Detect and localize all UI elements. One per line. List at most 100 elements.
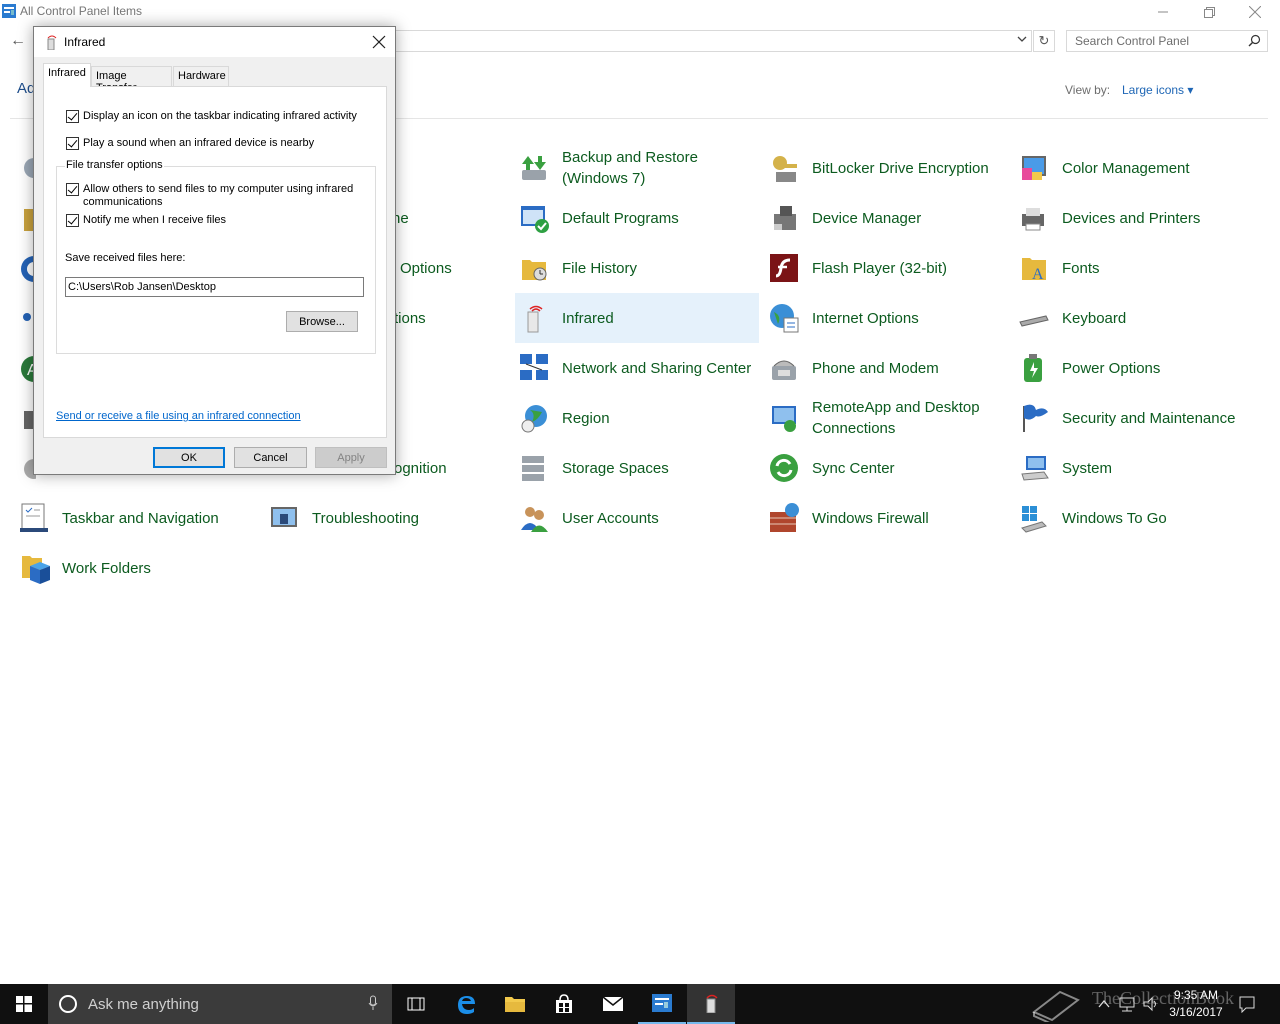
control-panel-item-sync-center[interactable]: Sync Center [765,443,1009,493]
store-taskbar-button[interactable] [540,984,588,1024]
restore-button[interactable] [1186,0,1232,24]
refresh-button[interactable]: ↻ [1033,30,1055,52]
clock-date[interactable]: 3/16/2017 [1168,1005,1224,1019]
cortana-search-text: Ask me anything [88,996,199,1013]
windows-to-go-icon [1021,506,1047,533]
control-panel-item-color-management[interactable]: Color Management [1015,143,1259,193]
desktop: All Control Panel Items ← ↻ Search Contr… [0,0,1280,1024]
control-panel-item-work-folders[interactable]: Work Folders [15,543,259,593]
dialog-titlebar: Infrared [34,27,395,57]
control-panel-item-system[interactable]: System [1015,443,1259,493]
play-sound-checkbox[interactable] [66,137,79,150]
item-label: Power Options [1062,359,1161,377]
play-sound-checkbox-label: Play a sound when an infrared device is … [83,137,315,149]
play-sound-checkbox-row[interactable]: Play a sound when an infrared device is … [66,137,314,150]
phone-modem-icon [772,360,796,380]
control-panel-item-taskbar-navigation[interactable]: Taskbar and Navigation [15,493,259,543]
mail-icon [602,996,624,1011]
tab-hardware[interactable]: Hardware [173,66,229,86]
control-panel-item-default-programs[interactable]: Default Programs [515,193,759,243]
apply-button[interactable]: Apply [315,447,387,468]
browse-button[interactable]: Browse... [286,311,358,332]
start-button[interactable] [0,984,48,1024]
control-panel-item-file-history[interactable]: File History [515,243,759,293]
chevron-up-icon[interactable] [1098,998,1110,1010]
close-icon [1249,6,1261,18]
item-label: Keyboard [1062,309,1127,327]
item-label: Security and Maintenance [1062,409,1236,427]
minimize-button[interactable] [1140,0,1186,24]
control-panel-item-security-maintenance[interactable]: Security and Maintenance [1015,393,1259,443]
tab-image-transfer[interactable]: Image Transfer [91,66,172,94]
control-panel-item-power-options[interactable]: Power Options [1015,343,1259,393]
backup-restore-icon [522,156,546,180]
control-panel-item-remoteapp[interactable]: RemoteApp and Desktop Connections [765,393,1009,443]
clock-time[interactable]: 9:35 AM [1168,988,1224,1002]
ok-button[interactable]: OK [153,447,225,468]
bitlocker-icon [773,156,797,182]
notify-checkbox[interactable] [66,214,79,227]
search-icon[interactable] [1248,34,1261,47]
tab-infrared[interactable]: Infrared [43,63,91,87]
control-panel-taskbar-button[interactable] [638,984,686,1024]
item-label: Taskbar and Navigation [62,509,219,527]
mail-taskbar-button[interactable] [589,984,637,1024]
control-panel-item-user-accounts[interactable]: User Accounts [515,493,759,543]
file-history-icon [522,260,547,281]
item-label: Troubleshooting [312,509,420,527]
control-panel-item-device-manager[interactable]: Device Manager [765,193,1009,243]
control-panel-item-windows-to-go[interactable]: Windows To Go [1015,493,1259,543]
taskbar-navigation-icon [20,503,48,532]
control-panel-item-windows-firewall[interactable]: Windows Firewall [765,493,1009,543]
control-panel-item-flash-player[interactable]: Flash Player (32-bit) [765,243,1009,293]
send-receive-link[interactable]: Send or receive a file using an infrared… [56,410,301,422]
task-view-button[interactable] [392,984,440,1024]
volume-icon[interactable] [1142,996,1160,1012]
file-explorer-taskbar-button[interactable] [491,984,539,1024]
control-panel-icon [652,994,672,1012]
item-label: Region [562,409,610,427]
network-icon[interactable] [1118,996,1136,1012]
back-arrow-icon[interactable]: ← [10,32,26,50]
control-panel-item-troubleshooting[interactable]: Troubleshooting [265,493,509,543]
taskbar-icon-checkbox-label: Display an icon on the taskbar indicatin… [83,110,357,122]
control-panel-item-network-sharing[interactable]: Network and Sharing Center [515,343,759,393]
close-button[interactable] [1232,0,1278,24]
taskbar-icon-checkbox[interactable] [66,110,79,123]
view-by-dropdown[interactable]: Large icons ▾ [1122,83,1193,97]
control-panel-item-backup-restore[interactable]: Backup and Restore (Windows 7) [515,143,759,193]
work-folders-icon [22,556,50,584]
control-panel-item-devices-printers[interactable]: Devices and Printers [1015,193,1259,243]
control-panel-item-keyboard[interactable]: Keyboard [1015,293,1259,343]
window-title: All Control Panel Items [20,4,143,18]
cancel-button[interactable]: Cancel [234,447,307,468]
control-panel-item-storage-spaces[interactable]: Storage Spaces [515,443,759,493]
control-panel-item-fonts[interactable]: A Fonts [1015,243,1259,293]
remoteapp-icon [772,406,796,432]
address-bar[interactable] [392,30,1032,52]
close-icon[interactable] [372,35,386,49]
chevron-down-icon[interactable] [1017,34,1027,44]
notify-checkbox-row[interactable]: Notify me when I receive files [66,214,226,227]
item-label: System [1062,459,1113,477]
control-panel-item-phone-modem[interactable]: Phone and Modem [765,343,1009,393]
search-input[interactable]: Search Control Panel [1066,30,1268,52]
microphone-icon[interactable] [368,995,378,1011]
control-panel-item-region[interactable]: Region [515,393,759,443]
control-panel-item-internet-options[interactable]: Internet Options [765,293,1009,343]
save-path-input[interactable]: C:\Users\Rob Jansen\Desktop [65,277,364,297]
item-label: Devices and Printers [1062,209,1201,227]
item-label: Infrared [562,309,614,327]
color-management-icon [1022,156,1046,180]
edge-taskbar-button[interactable] [442,984,490,1024]
allow-others-checkbox[interactable] [66,183,79,196]
action-center-icon[interactable] [1238,995,1256,1013]
taskbar-icon-checkbox-row[interactable]: Display an icon on the taskbar indicatin… [66,110,357,123]
control-panel-item-infrared[interactable]: Infrared [515,293,759,343]
allow-others-checkbox-row[interactable]: Allow others to send files to my compute… [66,183,353,209]
cortana-search-box[interactable]: Ask me anything [48,984,392,1024]
network-sharing-icon [520,354,548,380]
control-panel-item-bitlocker[interactable]: BitLocker Drive Encryption [765,143,1009,193]
infrared-taskbar-button[interactable] [687,984,735,1024]
restore-icon [1203,6,1215,18]
